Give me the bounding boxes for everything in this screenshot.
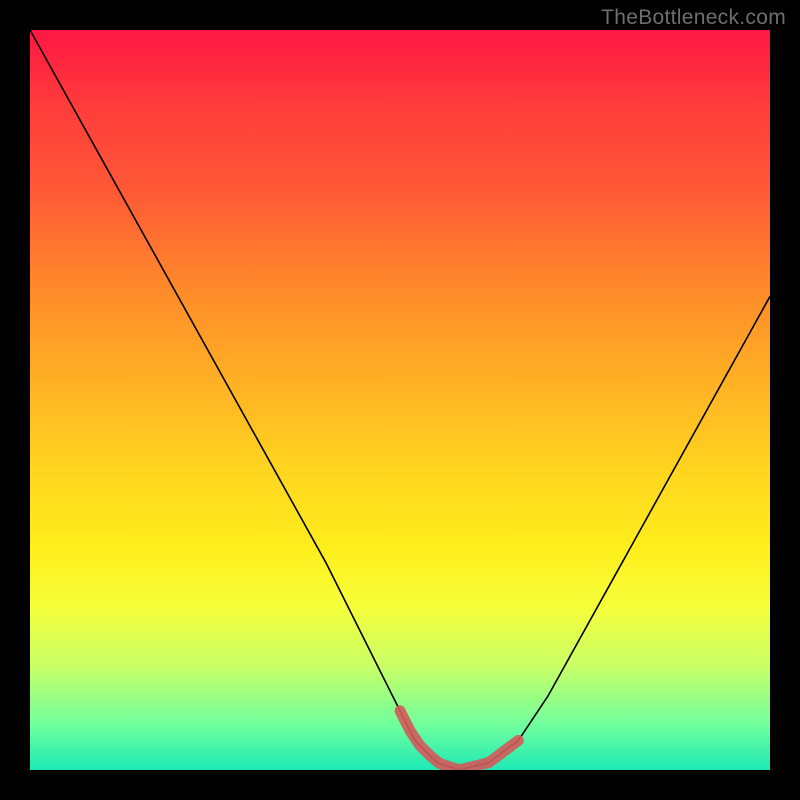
plot-area (30, 30, 770, 770)
watermark-text: TheBottleneck.com (601, 6, 786, 30)
optimal-band (400, 711, 518, 770)
chart-svg (30, 30, 770, 770)
chart-frame: TheBottleneck.com (0, 0, 800, 800)
bottleneck-curve (30, 30, 770, 770)
